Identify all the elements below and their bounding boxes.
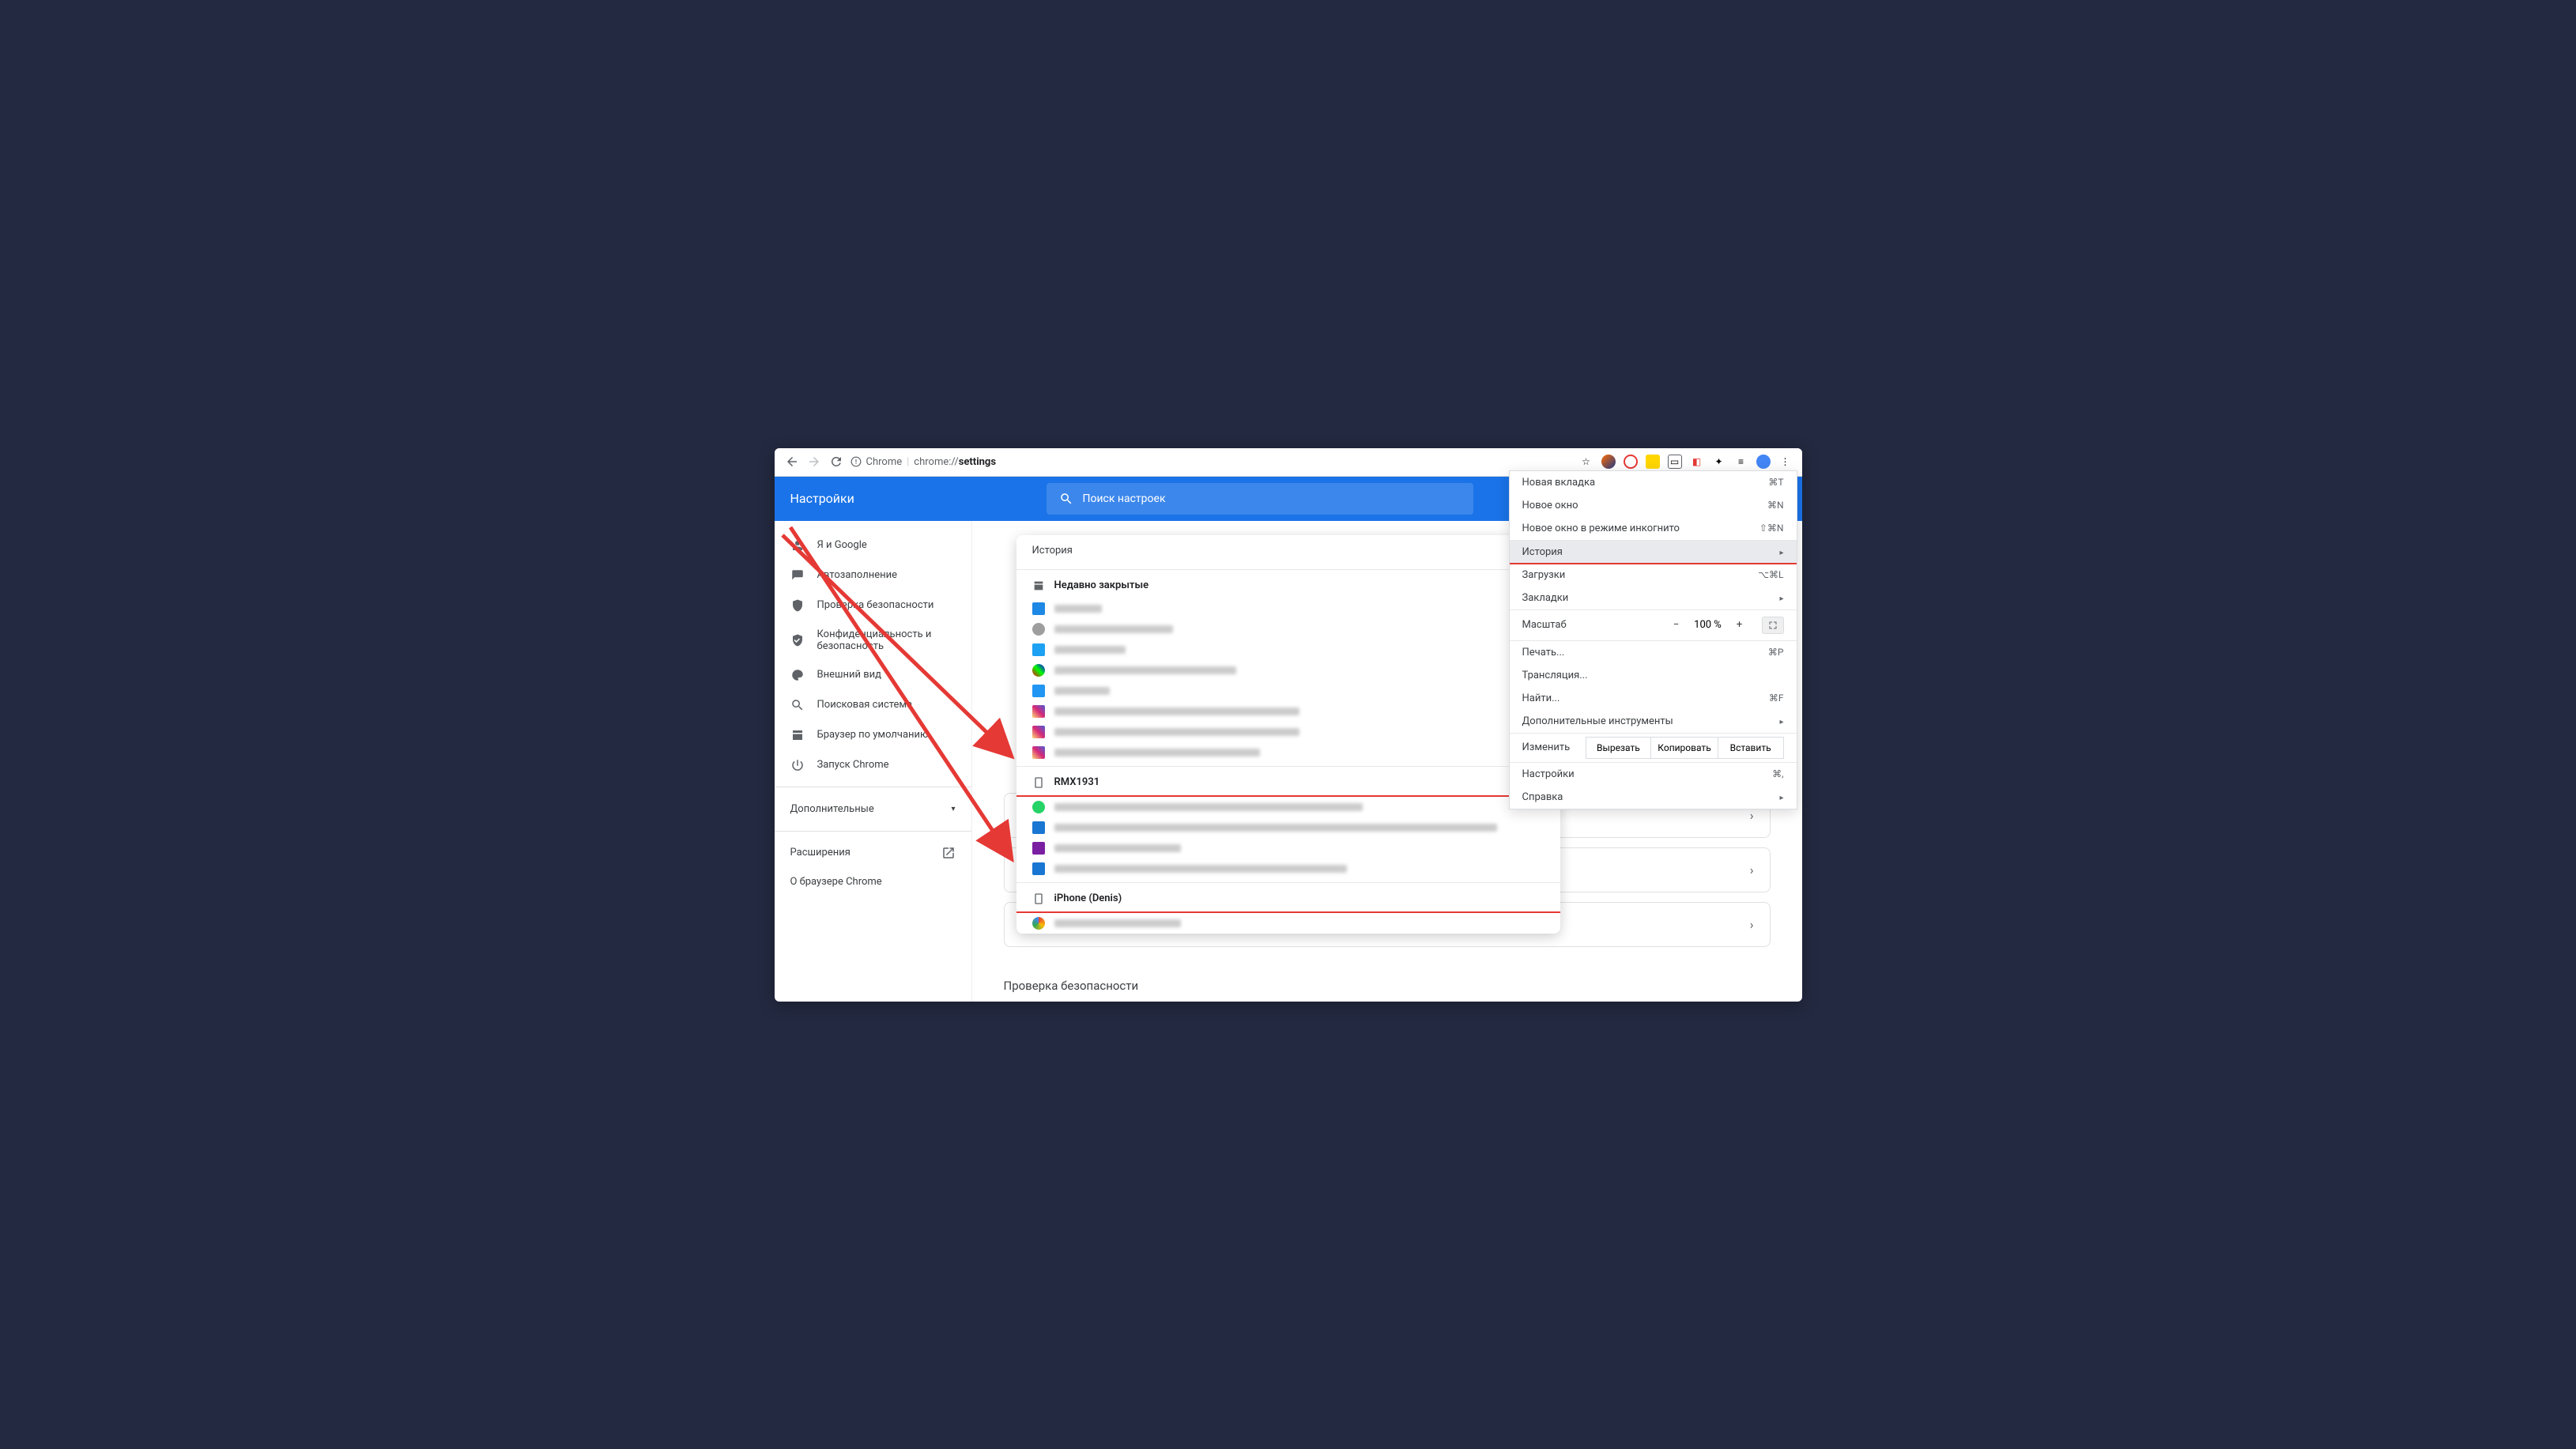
extension-icons: ☆ ▭ ◧ ✦ ≡ ⋮ [1579,455,1793,469]
history-item[interactable] [1016,838,1560,858]
menu-incognito[interactable]: Новое окно в режиме инкогнито⇧⌘N [1510,517,1797,540]
search-icon [1059,492,1073,506]
menu-find[interactable]: Найти...⌘F [1510,687,1797,710]
ext-icon-1[interactable] [1601,455,1616,469]
avatar-icon[interactable] [1756,455,1771,469]
sidebar-item-search[interactable]: Поисковая система [775,690,971,720]
sidebar-item-default-browser[interactable]: Браузер по умолчанию [775,720,971,750]
history-title: История [1032,545,1073,557]
zoom-in-button[interactable]: + [1730,616,1749,635]
url-prefix: Chrome [866,456,903,468]
history-item[interactable] [1016,640,1560,660]
menu-settings[interactable]: Настройки⌘, [1510,763,1797,786]
chevron-right-icon [1750,808,1754,823]
history-item[interactable] [1016,681,1560,701]
menu-edit: Изменить Вырезать Копировать Вставить [1510,734,1797,762]
external-link-icon [941,846,956,860]
copy-button[interactable]: Копировать [1651,737,1718,759]
menu-new-tab[interactable]: Новая вкладка⌘T [1510,471,1797,494]
sidebar-item-autofill[interactable]: Автозаполнение [775,560,971,591]
forward-button[interactable] [806,454,822,470]
fullscreen-button[interactable] [1762,617,1784,634]
phone-icon [1032,892,1045,905]
star-icon[interactable]: ☆ [1579,455,1593,469]
sidebar-item-advanced[interactable]: Дополнительные▾ [775,794,971,824]
menu-print[interactable]: Печать...⌘P [1510,641,1797,664]
ext-icon-5[interactable]: ◧ [1690,455,1704,469]
history-item[interactable] [1016,660,1560,681]
history-item[interactable] [1016,858,1560,879]
menu-zoom: Масштаб − 100 % + [1510,610,1797,640]
menu-new-window[interactable]: Новое окно⌘N [1510,494,1797,517]
sidebar-item-appearance[interactable]: Внешний вид [775,660,971,690]
menu-history[interactable]: История [1510,541,1797,564]
recently-closed-header: Недавно закрытые [1016,573,1560,598]
history-item[interactable] [1016,797,1560,817]
chevron-right-icon [1779,546,1783,558]
history-item[interactable] [1016,817,1560,838]
history-item[interactable]: ⇧⌘T [1016,598,1560,619]
search-placeholder: Поиск настроек [1083,492,1166,505]
search-input[interactable]: Поиск настроек [1047,483,1473,515]
sidebar-item-google[interactable]: Я и Google [775,530,971,560]
settings-title: Настройки [790,491,1028,506]
zoom-out-button[interactable]: − [1667,616,1686,635]
browser-window: Chrome | chrome://settings ☆ ▭ ◧ ✦ ≡ ⋮ Н… [775,448,1802,1002]
chevron-right-icon [1750,862,1754,877]
history-item[interactable] [1016,722,1560,742]
sidebar-item-startup[interactable]: Запуск Chrome [775,750,971,780]
menu-bookmarks[interactable]: Закладки [1510,587,1797,609]
device-rmx1931[interactable]: RMX1931 [1016,770,1560,797]
sidebar: Я и Google Автозаполнение Проверка безоп… [775,521,972,1002]
ext-icon-3[interactable] [1646,455,1660,469]
sidebar-item-about[interactable]: О браузере Chrome [775,868,971,896]
history-submenu: История ⌘Y Недавно закрытые ⇧⌘T RMX1931 … [1016,535,1560,934]
chevron-right-icon [1750,917,1754,932]
menu-cast[interactable]: Трансляция... [1510,664,1797,687]
chevron-right-icon [1779,592,1783,604]
history-item[interactable] [1016,742,1560,763]
paste-button[interactable]: Вставить [1718,737,1784,759]
ext-icon-2[interactable] [1624,455,1638,469]
history-item[interactable] [1016,913,1560,934]
url-bar[interactable]: Chrome | chrome://settings [850,456,1573,468]
sidebar-item-privacy[interactable]: Конфиденциальность и безопасность [775,621,971,660]
security-title: Проверка безопасности [1004,979,1771,993]
zoom-value: 100 % [1692,619,1724,631]
chevron-right-icon [1779,715,1783,727]
menu-downloads[interactable]: Загрузки⌥⌘L [1510,564,1797,587]
history-item[interactable] [1016,619,1560,640]
main-menu: Новая вкладка⌘T Новое окно⌘N Новое окно … [1509,470,1797,809]
kebab-menu-icon[interactable]: ⋮ [1778,455,1793,469]
menu-help[interactable]: Справка [1510,786,1797,809]
reload-button[interactable] [828,454,844,470]
cut-button[interactable]: Вырезать [1586,737,1652,759]
chevron-right-icon [1779,791,1783,803]
back-button[interactable] [784,454,800,470]
device-iphone[interactable]: iPhone (Denis) [1016,886,1560,913]
ext-icon-4[interactable]: ▭ [1668,455,1682,469]
history-item[interactable] [1016,701,1560,722]
sidebar-item-security-check[interactable]: Проверка безопасности [775,591,971,621]
media-icon[interactable]: ≡ [1734,455,1748,469]
extensions-icon[interactable]: ✦ [1712,455,1726,469]
phone-icon [1032,776,1045,789]
sidebar-item-extensions[interactable]: Расширения [775,838,971,868]
tab-icon [1032,579,1045,592]
menu-more-tools[interactable]: Дополнительные инструменты [1510,710,1797,733]
